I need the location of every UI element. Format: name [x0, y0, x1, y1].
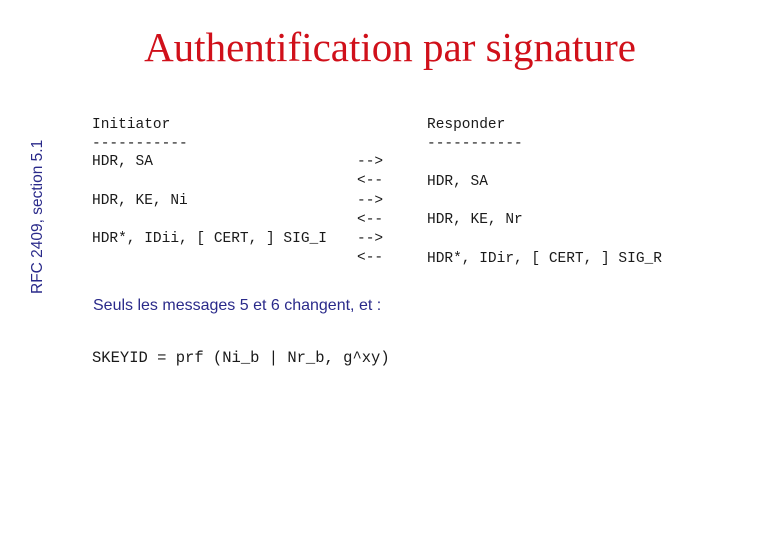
side-label: RFC 2409, section 5.1 — [29, 139, 46, 294]
responder-underline: ----------- — [427, 136, 523, 152]
initiator-underline: ----------- — [92, 136, 188, 152]
arrow-left-6: <-- — [357, 250, 384, 266]
arrow-right-5: --> — [357, 231, 384, 247]
arrow-left-4: <-- — [357, 212, 384, 228]
note-text: Seuls les messages 5 et 6 changent, et : — [93, 297, 382, 314]
initiator-message-5: HDR*, IDii, [ CERT, ] SIG_I — [92, 231, 327, 247]
responder-message-6: HDR*, IDir, [ CERT, ] SIG_R — [427, 251, 662, 267]
responder-header: Responder — [427, 117, 506, 133]
initiator-header: Initiator — [92, 117, 171, 133]
responder-message-4: HDR, KE, Nr — [427, 212, 523, 228]
responder-message-2: HDR, SA — [427, 174, 488, 190]
initiator-message-3: HDR, KE, Ni — [92, 193, 188, 209]
arrow-left-2: <-- — [357, 173, 384, 189]
arrow-right-1: --> — [357, 154, 384, 170]
arrow-right-3: --> — [357, 193, 384, 209]
slide-title: Authentification par signature — [144, 24, 636, 70]
initiator-message-1: HDR, SA — [92, 154, 153, 170]
skeyid-formula: SKEYID = prf (Ni_b | Nr_b, g^xy) — [92, 349, 390, 367]
